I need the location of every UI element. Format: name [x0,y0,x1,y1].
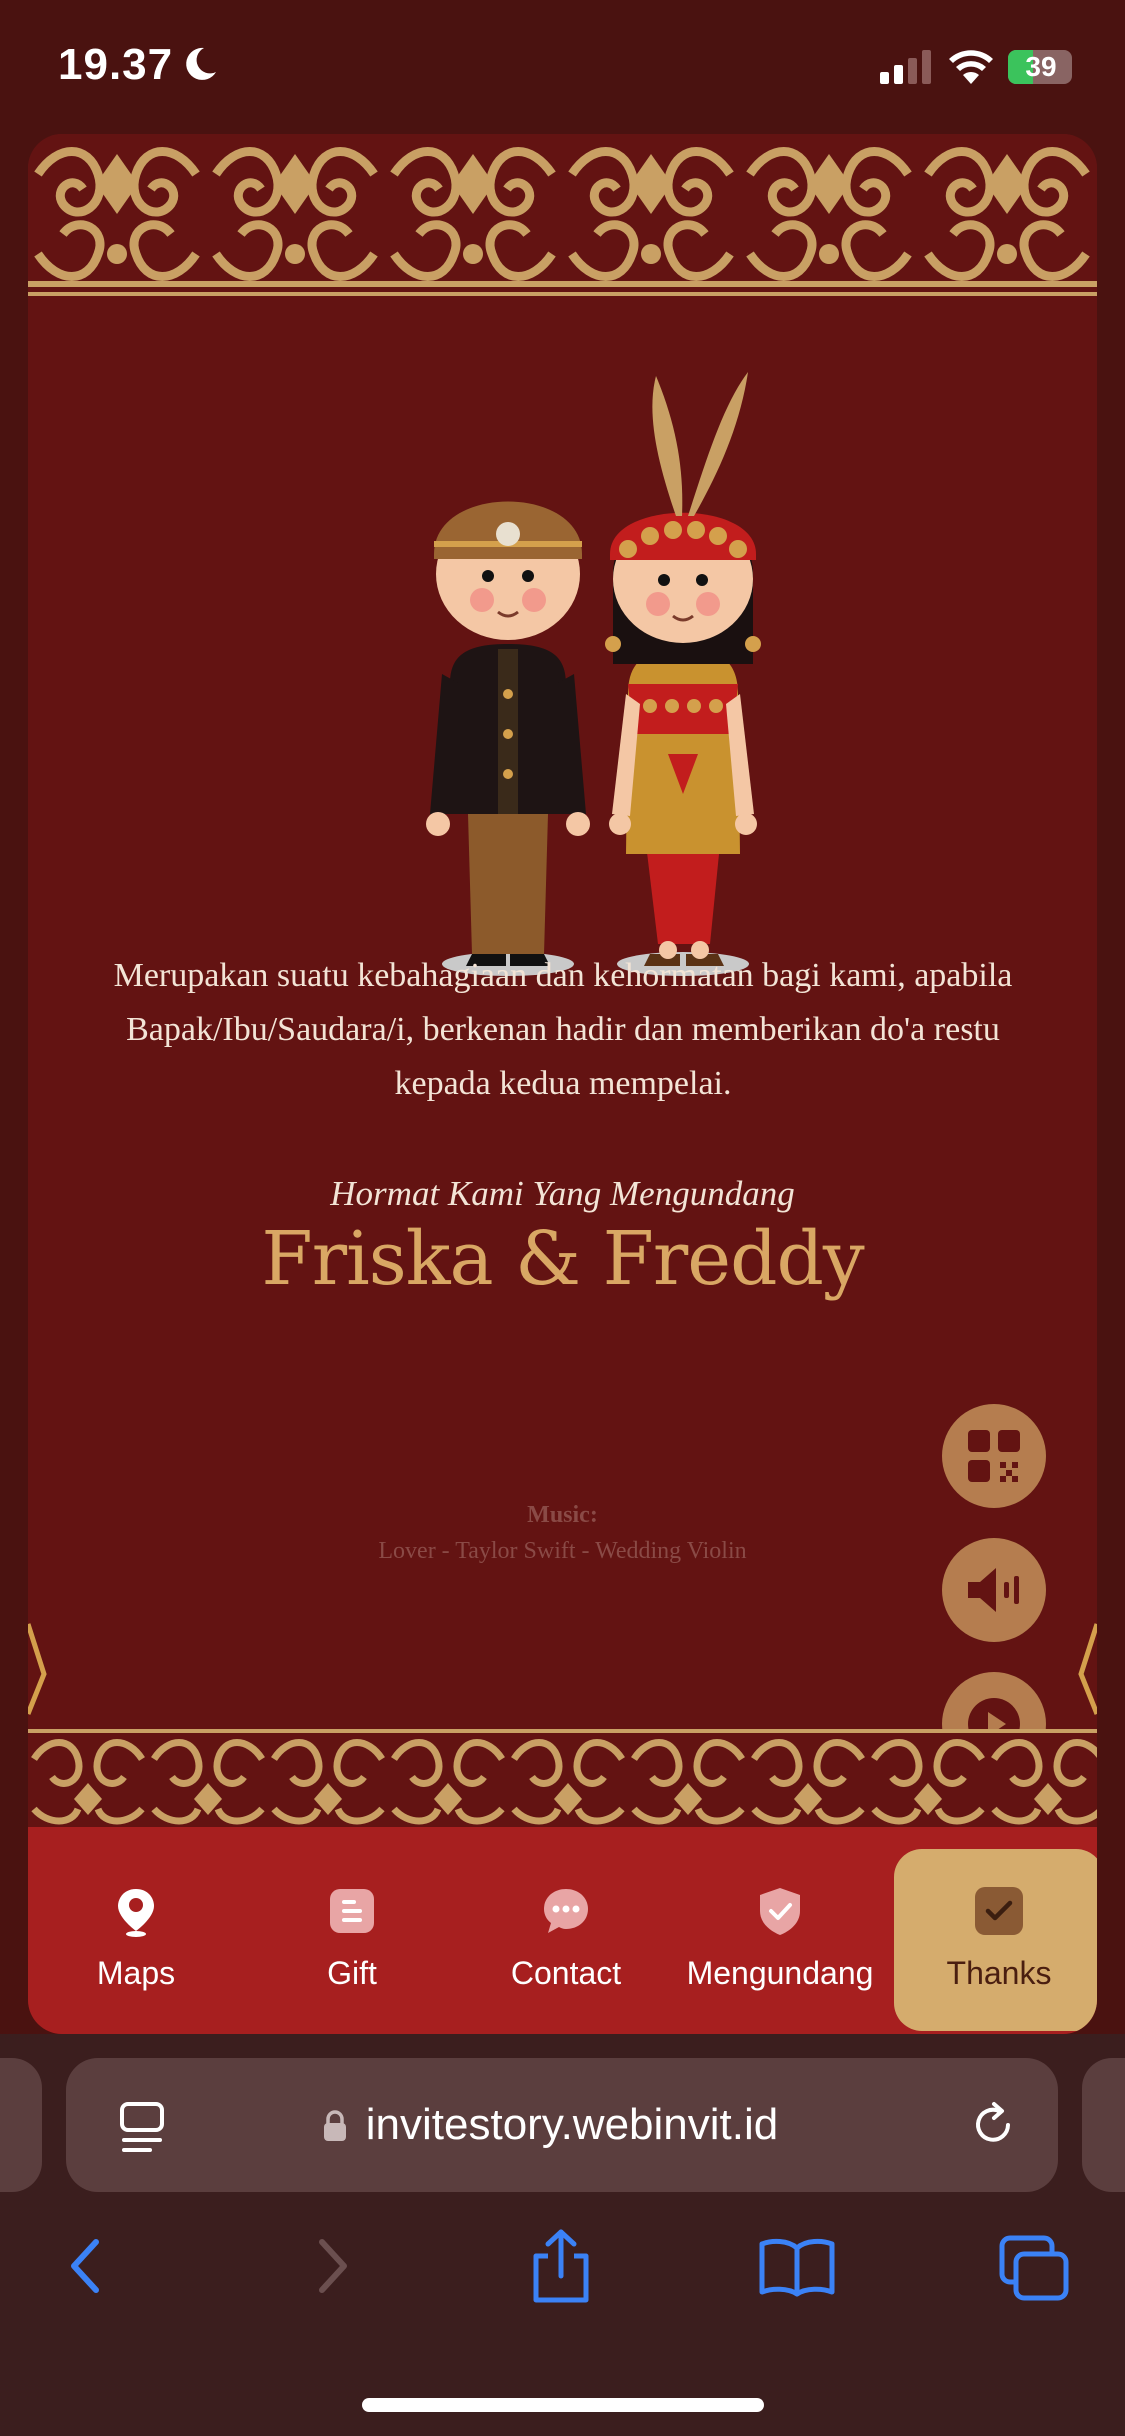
previous-tab-peek[interactable] [0,2058,42,2192]
couple-names: Friska & Freddy [261,1216,864,1302]
ornament-border-bottom [28,1729,1097,1829]
tabs-icon[interactable] [998,2234,1072,2304]
cellular-signal-icon [880,50,931,84]
nav-gift-label: Gift [327,1955,377,1991]
battery-level: 39 [1025,51,1057,82]
reload-icon[interactable] [966,2098,1020,2152]
bride-groom-illustration [426,372,761,976]
side-ornament-left [28,1623,47,1715]
sound-toggle-button[interactable] [942,1538,1046,1642]
battery-icon: 39 [1008,50,1072,84]
nav-maps[interactable]: Maps [31,1849,241,2031]
nav-mengundang-label: Mengundang [686,1955,874,1991]
bookmarks-icon[interactable] [758,2234,836,2298]
forward-arrow-icon[interactable] [306,2234,356,2298]
browser-toolbar: invitestory.webinvit.id [0,2034,1125,2436]
address-bar[interactable]: invitestory.webinvit.id [66,2058,1058,2192]
music-label: Music: [527,1502,598,1528]
share-icon[interactable] [528,2228,594,2304]
status-bar: 19.37 39 [0,0,1125,130]
invitation-card: Merupakan suatu kebahagiaan dan kehormat… [28,134,1097,2034]
url-text: invitestory.webinvit.id [365,2100,779,2149]
nav-mengundang[interactable]: Mengundang [675,1849,885,2031]
gift-icon [330,1889,374,1933]
nav-gift[interactable]: Gift [247,1849,457,2031]
shield-check-icon [760,1888,800,1935]
back-arrow-icon[interactable] [62,2234,112,2298]
qr-code-button[interactable] [942,1404,1046,1508]
home-indicator [362,2398,764,2412]
invitation-message: Merupakan suatu kebahagiaan dan kehormat… [113,957,1013,1102]
nav-thanks-label: Thanks [946,1955,1052,1991]
side-ornament-right [1078,1623,1097,1715]
moon-icon [186,47,216,80]
speaker-icon [968,1568,1019,1612]
status-time: 19.37 [58,40,174,89]
closing-text: Hormat Kami Yang Mengundang [330,1174,795,1213]
check-box-icon [975,1887,1023,1935]
nav-contact-label: Contact [510,1955,622,1991]
bottom-navigation: Maps Gift Contact Mengundang Thanks [28,1827,1097,2034]
chat-icon [544,1889,588,1933]
nav-maps-label: Maps [96,1955,176,1991]
qr-code-icon [968,1430,1020,1482]
nav-contact[interactable]: Contact [461,1849,671,2031]
next-tab-peek[interactable] [1082,2058,1125,2192]
music-title: Lover - Taylor Swift - Wedding Violin [378,1538,747,1564]
wifi-icon [949,50,993,84]
map-pin-icon [118,1889,154,1937]
nav-thanks[interactable]: Thanks [894,1849,1097,2031]
